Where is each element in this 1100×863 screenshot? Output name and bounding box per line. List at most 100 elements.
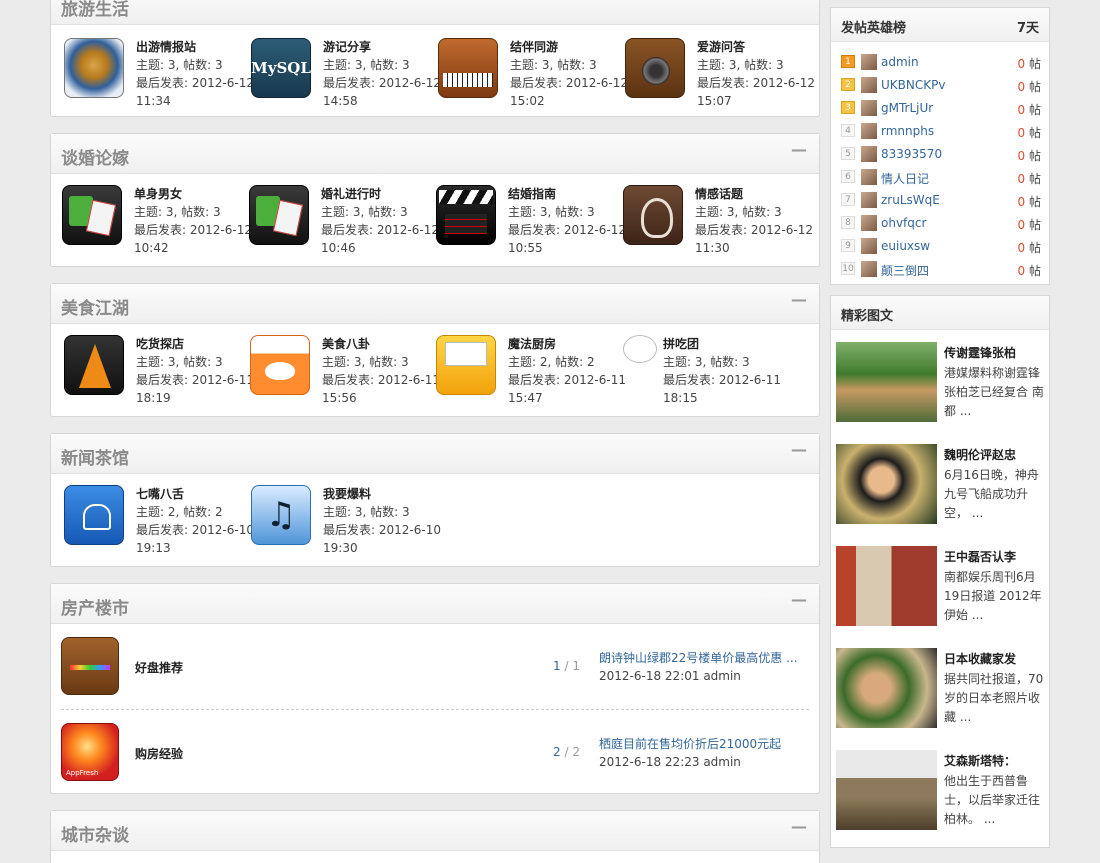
avatar[interactable] [861,261,877,277]
forum-item[interactable]: 结伴同游 主题: 3, 帖数: 3 最后发表: 2012-6-12 15:02 [438,38,628,108]
last-post-title-link[interactable]: 朗诗钟山绿郡22号楼单价最高优惠 ... [599,649,798,667]
article-thumbnail[interactable] [836,546,937,626]
forum-item[interactable]: 美食八卦 主题: 3, 帖数: 3 最后发表: 2012-6-11 15:56 [250,335,440,405]
collapse-toggle[interactable]: — [791,140,807,159]
forum-item[interactable]: 单身男女 主题: 3, 帖数: 3 最后发表: 2012-6-12 10:42 [62,185,252,255]
forum-item[interactable]: 七嘴八舌 主题: 2, 帖数: 2 最后发表: 2012-6-10 19:13 [64,485,254,555]
radar-icon[interactable] [64,38,124,98]
section-header[interactable]: 旅游生活 [51,0,819,25]
forum-name-link[interactable]: 出游情报站 [136,38,254,56]
rank-row[interactable]: 9 euiuxsw 0 帖 [841,235,1041,258]
gears-icon[interactable] [249,185,309,245]
pic-article[interactable]: 传谢霆锋张柏 港媒爆料称谢霆锋张柏芝已经复合 南都 ... [836,342,1048,424]
forum-name-link[interactable]: 单身男女 [134,185,252,203]
avatar[interactable] [861,123,877,139]
forum-name-link[interactable]: 我要爆料 [323,485,441,503]
section-header[interactable]: 房产楼市 — [51,584,819,624]
forum-name-link[interactable]: 结伴同游 [510,38,628,56]
forum-row[interactable]: 好盘推荐 1 / 1 朗诗钟山绿郡22号楼单价最高优惠 ... 2012-6-1… [61,632,809,702]
forum-name-link[interactable]: 好盘推荐 [135,659,183,676]
article-thumbnail[interactable] [836,648,937,728]
forum-name-link[interactable]: 七嘴八舌 [136,485,254,503]
rank-row[interactable]: 3 gMTrLjUr 0 帖 [841,97,1041,120]
user-link[interactable]: rmnnphs [881,124,934,138]
forum-name-link[interactable]: 购房经验 [135,745,183,762]
user-link[interactable]: zruLsWqE [881,193,940,207]
forum-name-link[interactable]: 结婚指南 [508,185,626,203]
user-link[interactable]: 83393570 [881,147,942,161]
rank-row[interactable]: 6 情人日记 0 帖 [841,166,1041,189]
forum-item[interactable]: 爱游问答 主题: 3, 帖数: 3 最后发表: 2012-6-12 15:07 [625,38,815,108]
rank-row[interactable]: 8 ohvfqcr 0 帖 [841,212,1041,235]
forum-name-link[interactable]: 游记分享 [323,38,441,56]
avatar[interactable] [861,192,877,208]
rank-row[interactable]: 2 UKBNCKPv 0 帖 [841,74,1041,97]
collapse-toggle[interactable]: — [791,290,807,309]
folder-icon[interactable] [436,335,496,395]
collapse-toggle[interactable]: — [791,590,807,609]
section-header[interactable]: 美食江湖 — [51,284,819,324]
pic-article[interactable]: 魏明伦评赵忠 6月16日晚，神舟九号飞船成功升空， ... [836,444,1048,526]
section-header[interactable]: 谈婚论嫁 — [51,134,819,174]
wood-rainbow-icon[interactable] [61,637,119,695]
rank-row[interactable]: 5 83393570 0 帖 [841,143,1041,166]
music-note-icon[interactable]: ♫ [251,485,311,545]
article-thumbnail[interactable] [836,444,937,524]
forum-name-link[interactable]: 爱游问答 [697,38,815,56]
user-link[interactable]: euiuxsw [881,239,930,253]
collapse-toggle[interactable]: — [791,440,807,459]
forum-name-link[interactable]: 美食八卦 [322,335,440,353]
article-title-link[interactable]: 魏明伦评赵忠 [944,446,1016,463]
article-title-link[interactable]: 王中磊否认李 [944,548,1016,565]
collapse-toggle[interactable]: — [791,817,807,836]
speech-bubble-icon[interactable] [623,335,657,363]
appfresh-icon[interactable]: AppFresh [61,723,119,781]
forum-name-link[interactable]: 魔法厨房 [508,335,626,353]
forum-name-link[interactable]: 婚礼进行时 [321,185,439,203]
user-link[interactable]: gMTrLjUr [881,101,933,115]
section-header[interactable]: 城市杂谈 — [51,811,819,851]
period-selector[interactable]: 7天 [1017,17,1039,36]
android-icon[interactable] [64,485,124,545]
pic-article[interactable]: 艾森斯塔特： 他出生于西普鲁士，以后举家迁往柏林。 ... [836,750,1048,832]
forum-name-link[interactable]: 吃货探店 [136,335,254,353]
article-title-link[interactable]: 日本收藏家发 [944,650,1016,667]
avatar[interactable] [861,169,877,185]
forum-item[interactable]: 魔法厨房 主题: 2, 帖数: 2 最后发表: 2012-6-11 15:47 [436,335,626,405]
avatar[interactable] [861,238,877,254]
article-thumbnail[interactable] [836,342,937,422]
forum-item[interactable]: MySQL 游记分享 主题: 3, 帖数: 3 最后发表: 2012-6-12 … [251,38,441,108]
user-link[interactable]: 情人日记 [881,170,929,187]
tree-icon[interactable] [623,185,683,245]
user-link[interactable]: admin [881,55,919,69]
avatar[interactable] [861,215,877,231]
user-link[interactable]: UKBNCKPv [881,78,945,92]
article-title-link[interactable]: 传谢霆锋张柏 [944,344,1016,361]
forum-item[interactable]: ♫ 我要爆料 主题: 3, 帖数: 3 最后发表: 2012-6-10 19:3… [251,485,441,555]
rank-row[interactable]: 7 zruLsWqE 0 帖 [841,189,1041,212]
forum-item[interactable]: 出游情报站 主题: 3, 帖数: 3 最后发表: 2012-6-12 11:34 [64,38,254,108]
gears-icon[interactable] [62,185,122,245]
forum-name-link[interactable]: 拼吃团 [663,335,781,353]
rank-row[interactable]: 10 颠三倒四 0 帖 [841,258,1041,281]
piano-icon[interactable] [438,38,498,98]
forum-name-link[interactable]: 情感话题 [695,185,813,203]
avatar[interactable] [861,146,877,162]
avatar[interactable] [861,77,877,93]
rank-row[interactable]: 4 rmnnphs 0 帖 [841,120,1041,143]
rank-row[interactable]: 1 admin 0 帖 [841,51,1041,74]
user-link[interactable]: 颠三倒四 [881,262,929,279]
speaker-icon[interactable] [625,38,685,98]
forum-item[interactable]: 结婚指南 主题: 3, 帖数: 3 最后发表: 2012-6-12 10:55 [436,185,626,255]
article-thumbnail[interactable] [836,750,937,830]
forum-item[interactable]: 情感话题 主题: 3, 帖数: 3 最后发表: 2012-6-12 11:30 [623,185,813,255]
mysql-icon[interactable]: MySQL [251,38,311,98]
last-post-title-link[interactable]: 栖庭目前在售均价折后21000元起 [599,735,781,753]
pic-article[interactable]: 王中磊否认李 南都娱乐周刊6月19日报道 2012年伊始 ... [836,546,1048,628]
avatar[interactable] [861,54,877,70]
section-header[interactable]: 新闻茶馆 — [51,434,819,474]
user-link[interactable]: ohvfqcr [881,216,926,230]
forum-item[interactable]: 婚礼进行时 主题: 3, 帖数: 3 最后发表: 2012-6-12 10:46 [249,185,439,255]
whale-icon[interactable] [250,335,310,395]
forum-item[interactable]: 吃货探店 主题: 3, 帖数: 3 最后发表: 2012-6-11 18:19 [64,335,254,405]
